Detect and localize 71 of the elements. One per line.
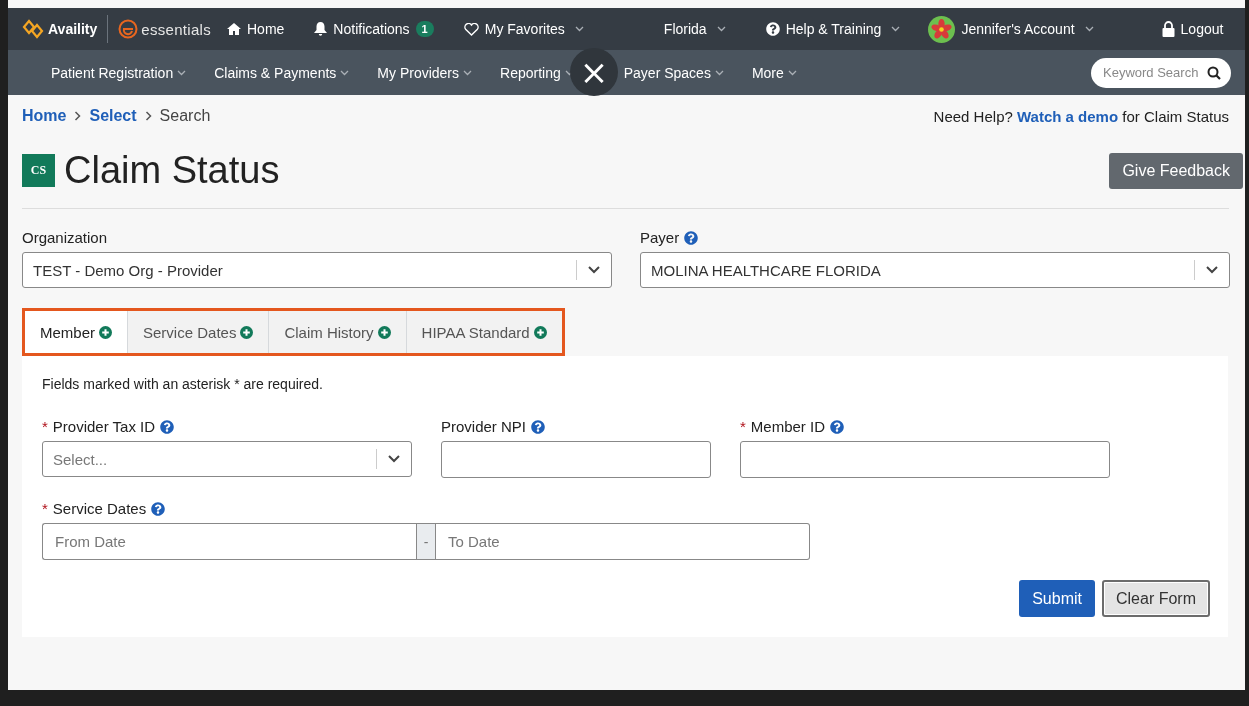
keyword-search-field[interactable]: Keyword Search	[1091, 57, 1231, 88]
region-link[interactable]: Florida	[663, 21, 726, 37]
heart-icon	[463, 22, 479, 36]
chevron-icon	[714, 69, 724, 76]
help-icon[interactable]	[151, 501, 166, 516]
chevron-icon	[340, 69, 350, 76]
field-label: Provider NPI	[441, 418, 711, 435]
page-title: Claim Status	[64, 149, 280, 192]
submit-button[interactable]: Submit	[1019, 580, 1095, 617]
clear-form-button[interactable]: Clear Form	[1102, 580, 1210, 617]
plus-icon	[377, 325, 391, 339]
help-icon[interactable]	[531, 419, 546, 434]
from-date-field[interactable]: From Date	[42, 523, 416, 560]
field-label: Payer	[640, 229, 1230, 246]
nav-menu-item[interactable]: Payer Spaces	[623, 64, 724, 81]
search-icon[interactable]	[1207, 65, 1221, 80]
home-link[interactable]: Home	[227, 21, 285, 37]
lock-icon	[1161, 21, 1175, 37]
app-icon: CS	[22, 154, 55, 187]
tab[interactable]: Member	[25, 311, 128, 353]
notifications-link[interactable]: Notifications 1	[314, 21, 434, 37]
required-note: Fields marked with an asterisk * are required.	[42, 376, 324, 392]
text-input-field[interactable]	[740, 441, 1110, 478]
brand-name: Availity	[48, 21, 98, 37]
nav-menu-item[interactable]: My Providers	[377, 64, 473, 81]
field-label: * Provider Tax ID	[42, 418, 412, 435]
plus-icon	[533, 325, 547, 339]
plus-icon	[99, 325, 112, 339]
help-icon[interactable]	[830, 419, 845, 434]
close-button[interactable]: ×	[570, 48, 618, 96]
chevron-icon	[787, 69, 797, 76]
nav-menu-item[interactable]: Patient Registration	[51, 64, 187, 81]
bell-icon	[314, 22, 328, 36]
field-label: * Service Dates	[42, 500, 810, 517]
help-link[interactable]: Help & Training	[765, 21, 901, 37]
help-icon[interactable]	[765, 22, 780, 36]
nav-menu-item[interactable]: More	[751, 64, 797, 81]
account-link[interactable]: Jennifer's Account	[928, 15, 1094, 43]
tab[interactable]: HIPAA Standard	[406, 311, 562, 353]
select-field[interactable]: Select...	[42, 441, 412, 477]
product-logo-icon	[118, 19, 139, 39]
home-icon	[227, 23, 241, 35]
help-icon[interactable]	[684, 230, 699, 245]
date-separator: -	[416, 523, 436, 560]
logout-link[interactable]: Logout	[1161, 21, 1224, 37]
plus-icon	[240, 325, 254, 339]
chevron-icon	[177, 69, 187, 76]
tab[interactable]: Service Dates	[128, 311, 270, 353]
give-feedback-button[interactable]: Give Feedback	[1109, 152, 1243, 189]
breadcrumb-link[interactable]: Home	[22, 107, 67, 125]
to-date-field[interactable]: To Date	[436, 523, 810, 560]
help-icon[interactable]	[160, 419, 175, 434]
favorites-link[interactable]: My Favorites	[463, 21, 584, 37]
tab[interactable]: Claim History	[269, 311, 407, 353]
breadcrumb-link[interactable]: Select	[89, 107, 137, 125]
field-label: Organization	[22, 229, 109, 246]
chevron-right-icon	[144, 111, 152, 121]
notification-badge: 1	[415, 21, 434, 37]
logo-icon	[22, 19, 44, 39]
help-text: Need Help? Watch a demo for Claim Status	[933, 107, 1229, 125]
select-field[interactable]: MOLINA HEALTHCARE FLORIDA	[640, 252, 1230, 288]
product-name: essentials	[141, 20, 211, 38]
breadcrumb-current: Search	[159, 107, 211, 125]
text-input-field[interactable]	[441, 441, 711, 478]
chevron-icon	[463, 69, 473, 76]
nav-menu-item[interactable]: Claims & Payments	[214, 64, 350, 81]
avatar-icon	[928, 15, 956, 43]
field-label: * Member ID	[740, 418, 1110, 435]
select-field[interactable]: TEST - Demo Org - Provider	[22, 252, 612, 288]
watch-demo-link[interactable]: Watch a demo	[1017, 107, 1119, 125]
chevron-right-icon	[74, 111, 82, 121]
